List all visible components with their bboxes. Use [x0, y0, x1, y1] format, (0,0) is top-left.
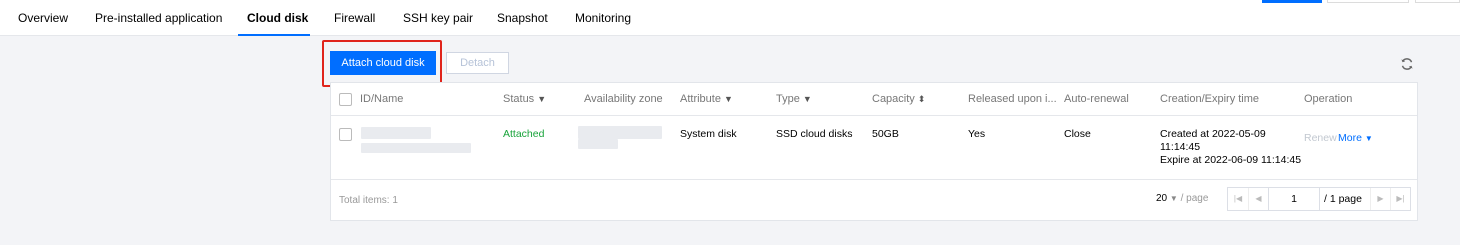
tab-pre-installed-application[interactable]: Pre-installed application — [95, 0, 222, 36]
redacted-zone — [578, 126, 662, 139]
created-line-1: Created at 2022-05-09 — [1160, 128, 1266, 140]
cloud-disk-table: ID/Name Status ▼ Availability zone Attrib… — [330, 82, 1418, 221]
filter-icon[interactable]: ▼ — [803, 94, 812, 104]
caret-down-icon: ▼ — [1169, 194, 1178, 203]
prev-page-icon[interactable]: ◀ — [1248, 188, 1268, 210]
redacted-zone-2 — [578, 139, 618, 149]
capacity-value: 50GB — [872, 128, 899, 140]
attribute-value: System disk — [680, 128, 737, 140]
redacted-id — [361, 127, 431, 139]
row-checkbox[interactable] — [339, 128, 352, 141]
tab-cloud-disk[interactable]: Cloud disk — [247, 0, 308, 36]
next-page-icon[interactable]: ▶ — [1370, 188, 1390, 210]
last-page-icon[interactable]: ▶| — [1390, 188, 1410, 210]
pagination: |◀ ◀ 1 / 1 page ▶ ▶| — [1227, 187, 1411, 211]
top-secondary-button[interactable] — [1327, 0, 1409, 3]
tab-firewall[interactable]: Firewall — [334, 0, 375, 36]
top-primary-button[interactable] — [1262, 0, 1322, 3]
total-pages: / 1 page — [1324, 193, 1362, 205]
header-status[interactable]: Status ▼ — [503, 83, 546, 116]
page-number-input[interactable]: 1 — [1268, 188, 1320, 210]
expire-time: Expire at 2022-06-09 11:14:45 — [1160, 154, 1302, 166]
tab-overview[interactable]: Overview — [18, 0, 68, 36]
total-items: Total items: 1 — [339, 195, 398, 206]
filter-icon[interactable]: ▼ — [537, 94, 546, 104]
top-tertiary-button[interactable] — [1415, 0, 1460, 3]
header-availability-zone: Availability zone — [584, 93, 663, 105]
header-attribute[interactable]: Attribute ▼ — [680, 83, 733, 116]
tab-ssh-key-pair[interactable]: SSH key pair — [403, 0, 473, 36]
first-page-icon[interactable]: |◀ — [1228, 188, 1248, 210]
tab-bar: Overview Pre-installed application Cloud… — [0, 0, 1460, 36]
highlight-annotation-box — [322, 40, 442, 87]
auto-renewal-value: Close — [1064, 128, 1091, 140]
sort-icon[interactable]: ⬍ — [918, 94, 926, 104]
header-operation: Operation — [1304, 93, 1353, 105]
header-released-upon: Released upon i... — [968, 93, 1057, 105]
filter-icon[interactable]: ▼ — [724, 94, 733, 104]
header-type[interactable]: Type ▼ — [776, 83, 812, 116]
released-value: Yes — [968, 128, 986, 140]
redacted-name — [361, 143, 471, 153]
page-size-select[interactable]: 20 ▼ / page — [1156, 193, 1208, 204]
status-attached: Attached — [503, 128, 545, 140]
type-value: SSD cloud disks — [776, 128, 853, 140]
header-auto-renewal: Auto-renewal — [1064, 93, 1129, 105]
active-tab-indicator — [238, 34, 310, 36]
tab-snapshot[interactable]: Snapshot — [497, 0, 548, 36]
refresh-icon[interactable] — [1400, 57, 1414, 71]
header-creation-expiry-time: Creation/Expiry time — [1160, 93, 1260, 105]
table-row: Attached System disk SSD cloud disks 50G… — [331, 116, 1417, 180]
table-header: ID/Name Status ▼ Availability zone Attrib… — [331, 83, 1417, 116]
header-capacity[interactable]: Capacity ⬍ — [872, 83, 925, 116]
more-dropdown[interactable]: More ▼ — [1338, 132, 1373, 145]
renew-link[interactable]: Renew — [1304, 132, 1337, 145]
tab-monitoring[interactable]: Monitoring — [575, 0, 631, 36]
select-all-checkbox[interactable] — [339, 93, 352, 106]
caret-down-icon: ▼ — [1364, 134, 1373, 143]
created-line-2: 11:14:45 — [1160, 141, 1201, 153]
header-id-name: ID/Name — [360, 93, 404, 105]
detach-button[interactable]: Detach — [446, 52, 509, 74]
